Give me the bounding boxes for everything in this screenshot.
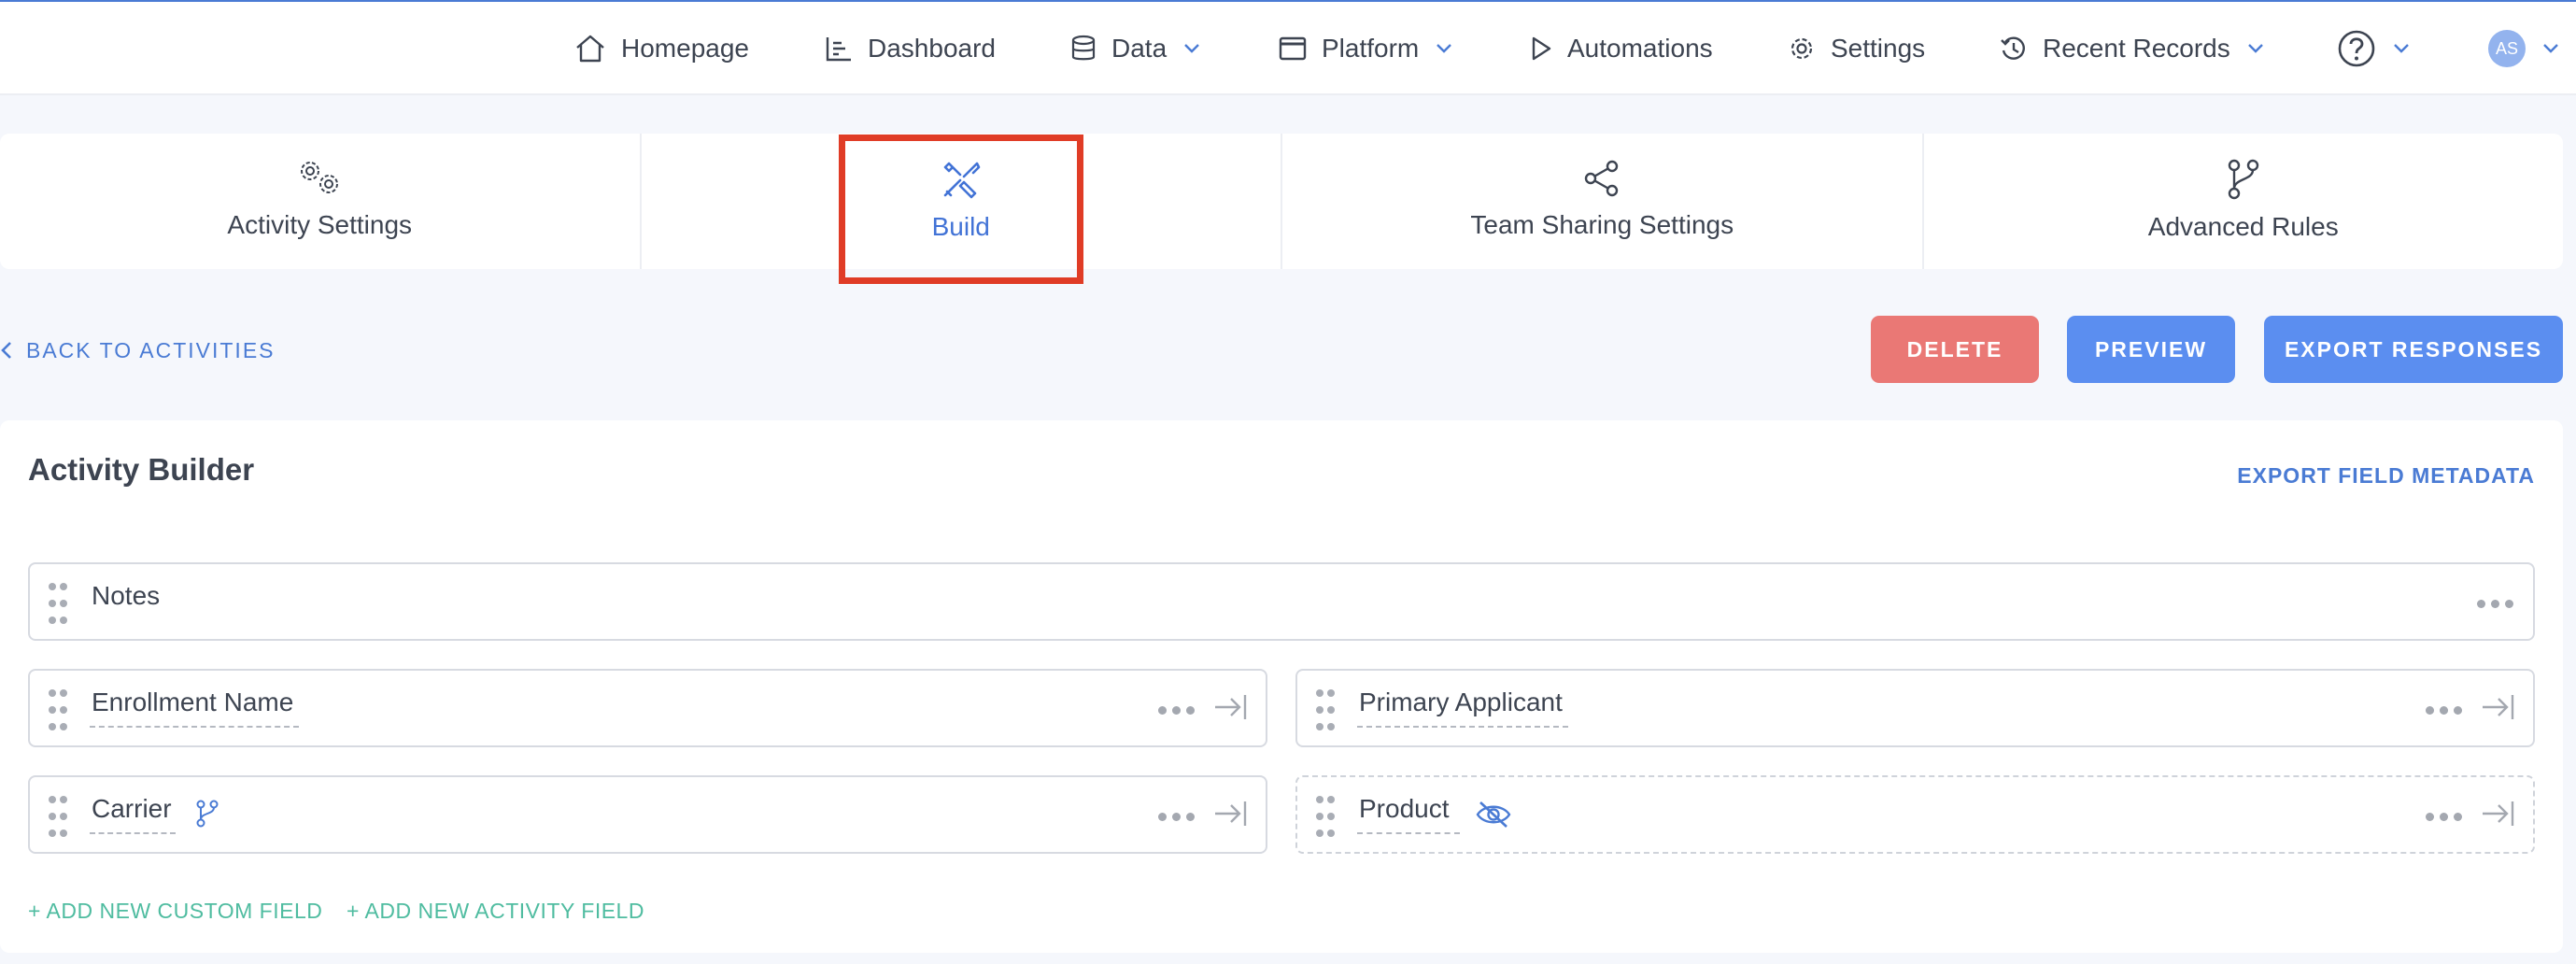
export-responses-button[interactable]: EXPORT RESPONSES [2264, 316, 2563, 383]
field-product[interactable]: Product [1295, 775, 2535, 854]
field-carrier[interactable]: Carrier [28, 775, 1267, 854]
branch-rule-icon [196, 800, 219, 828]
tab-team-sharing-settings[interactable]: Team Sharing Settings [1281, 134, 1922, 269]
gears-icon [301, 162, 339, 193]
delete-button[interactable]: DELETE [1871, 316, 2039, 383]
nav-recent-records[interactable]: Recent Records [2000, 2, 2264, 95]
drag-handle-icon[interactable] [49, 796, 67, 837]
field-underline [1357, 832, 1460, 834]
bar-chart-icon [826, 37, 851, 62]
field-carrier-label: Carrier [92, 794, 172, 823]
add-custom-field-link[interactable]: + ADD NEW CUSTOM FIELD [28, 899, 322, 924]
nav-recent-records-label: Recent Records [2043, 34, 2230, 63]
back-to-activities-label: BACK TO ACTIVITIES [26, 337, 276, 362]
drag-handle-icon[interactable] [1316, 689, 1335, 730]
drag-handle-icon[interactable] [1316, 796, 1335, 837]
preview-button[interactable]: PREVIEW [2067, 316, 2235, 383]
field-notes-label: Notes [92, 581, 161, 610]
nav-settings-label: Settings [1831, 34, 1926, 63]
field-underline [90, 832, 176, 834]
nav-user-menu[interactable]: AS [2488, 2, 2559, 95]
tab-advanced-rules[interactable]: Advanced Rules [1921, 134, 2564, 269]
nav-homepage[interactable]: Homepage [574, 2, 749, 95]
more-options-icon[interactable] [1158, 706, 1196, 716]
arrow-to-end-icon[interactable] [1213, 798, 1249, 829]
nav-help[interactable] [2337, 2, 2410, 95]
field-enrollment-name[interactable]: Enrollment Name [28, 669, 1267, 747]
activity-tabs: Activity Settings Build Team Sharing Set… [0, 134, 2563, 269]
home-icon [576, 35, 604, 63]
top-navigation: Homepage Dashboard Data Platform Automat… [0, 2, 2576, 95]
gear-icon [1790, 37, 1813, 60]
arrow-to-end-icon[interactable] [2481, 798, 2516, 829]
window-icon [1279, 36, 1307, 61]
tab-activity-settings-label: Activity Settings [227, 210, 413, 239]
avatar: AS [2488, 30, 2526, 67]
nav-data-label: Data [1111, 34, 1168, 63]
more-options-icon[interactable] [1158, 813, 1196, 822]
page-title: Activity Builder [28, 452, 255, 487]
field-primary-applicant[interactable]: Primary Applicant [1295, 669, 2535, 747]
chevron-down-icon [1437, 44, 1452, 53]
nav-homepage-label: Homepage [621, 34, 749, 63]
arrow-to-end-icon[interactable] [2481, 691, 2516, 723]
chevron-down-icon [1184, 44, 1200, 53]
drag-handle-icon[interactable] [49, 689, 67, 730]
arrow-to-end-icon[interactable] [1213, 691, 1249, 723]
activity-builder-panel: Activity Builder EXPORT FIELD METADATA N… [0, 420, 2563, 953]
chevron-down-icon [2543, 44, 2558, 53]
tab-activity-settings[interactable]: Activity Settings [0, 134, 640, 269]
field-product-label: Product [1359, 794, 1450, 823]
chevron-down-icon [2247, 44, 2263, 53]
nav-settings[interactable]: Settings [1788, 2, 1925, 95]
eye-slash-icon [1476, 801, 1511, 828]
nav-platform[interactable]: Platform [1279, 2, 1452, 95]
branch-icon [2228, 159, 2258, 200]
highlight-box [839, 135, 1083, 284]
field-notes[interactable]: Notes [28, 562, 2535, 641]
field-underline [90, 726, 299, 728]
chevron-down-icon [2394, 44, 2409, 53]
drag-handle-icon[interactable] [49, 583, 67, 624]
add-activity-field-link[interactable]: + ADD NEW ACTIVITY FIELD [347, 899, 644, 924]
more-options-icon[interactable] [2426, 813, 2463, 822]
more-options-icon[interactable] [2477, 600, 2514, 609]
field-underline [1357, 726, 1568, 728]
field-primary-applicant-label: Primary Applicant [1359, 688, 1563, 716]
nav-automations[interactable]: Automations [1530, 2, 1713, 95]
play-icon [1532, 36, 1551, 61]
back-to-activities-link[interactable]: BACK TO ACTIVITIES [0, 332, 276, 369]
tab-advanced-rules-label: Advanced Rules [2147, 212, 2339, 241]
more-options-icon[interactable] [2426, 706, 2463, 716]
field-enrollment-name-label: Enrollment Name [92, 688, 294, 716]
database-icon [1071, 35, 1096, 61]
nav-data[interactable]: Data [1070, 2, 1200, 95]
export-field-metadata-link[interactable]: EXPORT FIELD METADATA [2237, 463, 2535, 489]
nav-platform-label: Platform [1322, 34, 1420, 63]
nav-dashboard-label: Dashboard [868, 34, 996, 63]
tab-team-sharing-settings-label: Team Sharing Settings [1470, 210, 1734, 239]
share-icon [1585, 160, 1619, 197]
history-icon [2001, 36, 2025, 60]
question-circle-icon [2338, 30, 2375, 67]
chevron-left-icon [1, 342, 11, 359]
nav-automations-label: Automations [1567, 34, 1713, 63]
nav-dashboard[interactable]: Dashboard [825, 2, 996, 95]
